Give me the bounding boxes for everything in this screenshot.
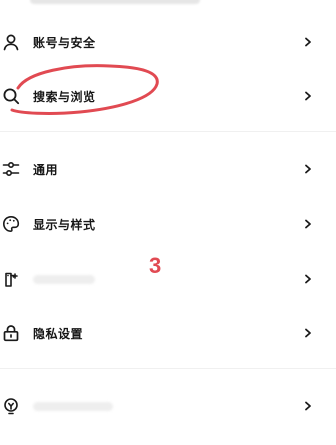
palette-icon <box>2 215 20 233</box>
search-icon <box>2 87 20 105</box>
share-device-icon <box>2 270 20 288</box>
annotation-number: 3 <box>149 253 162 278</box>
lock-icon <box>2 324 20 342</box>
settings-item-search-browse[interactable]: 搜索与浏览 <box>0 76 336 116</box>
blurred-label <box>33 401 113 411</box>
chevron-right-icon <box>303 162 313 176</box>
settings-item-label: 隐私设置 <box>33 326 84 341</box>
chevron-right-icon <box>303 35 313 49</box>
bulb-icon <box>2 397 20 415</box>
settings-item-label: 通用 <box>33 162 59 177</box>
settings-item-label: 账号与安全 <box>33 35 96 50</box>
settings-item-label: 搜索与浏览 <box>33 89 96 104</box>
settings-item-privacy[interactable]: 隐私设置 <box>0 313 336 353</box>
blurred-label <box>33 274 95 284</box>
settings-item-account-security[interactable]: 账号与安全 <box>0 22 336 62</box>
settings-item-blurred-1[interactable] <box>0 259 336 299</box>
settings-screen: 账号与安全 搜索与浏览 通用 显示与样式 隐私设置 3 <box>0 0 336 445</box>
settings-item-general[interactable]: 通用 <box>0 149 336 189</box>
blurred-text <box>30 0 200 4</box>
settings-item-blurred-2[interactable] <box>0 386 336 426</box>
chevron-right-icon <box>303 399 313 413</box>
chevron-right-icon <box>303 326 313 340</box>
settings-item-label: 显示与样式 <box>33 217 96 232</box>
chevron-right-icon <box>303 272 313 286</box>
section-divider <box>0 368 336 369</box>
user-icon <box>2 33 20 51</box>
chevron-right-icon <box>303 89 313 103</box>
top-partial-text <box>0 0 336 14</box>
chevron-right-icon <box>303 217 313 231</box>
settings-item-display-style[interactable]: 显示与样式 <box>0 204 336 244</box>
sliders-icon <box>2 160 20 178</box>
section-divider <box>0 131 336 132</box>
